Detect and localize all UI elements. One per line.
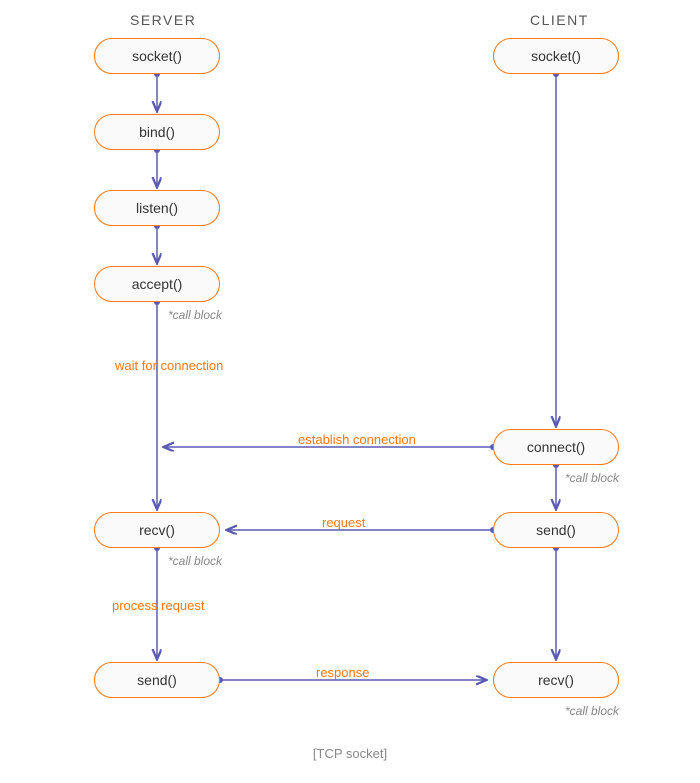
label-establish-connection: establish connection	[298, 432, 416, 447]
label-request: request	[322, 515, 365, 530]
annotation-client-recv-block: call block	[565, 704, 619, 718]
node-server-socket: socket()	[94, 38, 220, 74]
diagram-caption: [TCP socket]	[313, 746, 387, 761]
node-label: socket()	[531, 48, 581, 64]
client-column-title: CLIENT	[530, 12, 589, 28]
node-client-recv: recv()	[493, 662, 619, 698]
node-server-listen: listen()	[94, 190, 220, 226]
label-process-request: process request	[112, 598, 205, 613]
node-client-socket: socket()	[493, 38, 619, 74]
annotation-accept-block: call block	[168, 308, 222, 322]
node-server-accept: accept()	[94, 266, 220, 302]
node-client-send: send()	[493, 512, 619, 548]
annotation-connect-block: call block	[565, 471, 619, 485]
node-label: send()	[536, 522, 576, 538]
node-label: connect()	[527, 439, 585, 455]
node-label: send()	[137, 672, 177, 688]
label-wait-for-connection: wait for connection	[115, 358, 223, 373]
node-client-connect: connect()	[493, 429, 619, 465]
node-server-recv: recv()	[94, 512, 220, 548]
node-server-bind: bind()	[94, 114, 220, 150]
node-label: socket()	[132, 48, 182, 64]
node-server-send: send()	[94, 662, 220, 698]
node-label: listen()	[136, 200, 178, 216]
node-label: recv()	[538, 672, 574, 688]
node-label: recv()	[139, 522, 175, 538]
node-label: accept()	[132, 276, 183, 292]
label-response: response	[316, 665, 369, 680]
server-column-title: SERVER	[130, 12, 196, 28]
node-label: bind()	[139, 124, 175, 140]
diagram-canvas: SERVER CLIENT	[0, 0, 700, 783]
annotation-recv-block: call block	[168, 554, 222, 568]
